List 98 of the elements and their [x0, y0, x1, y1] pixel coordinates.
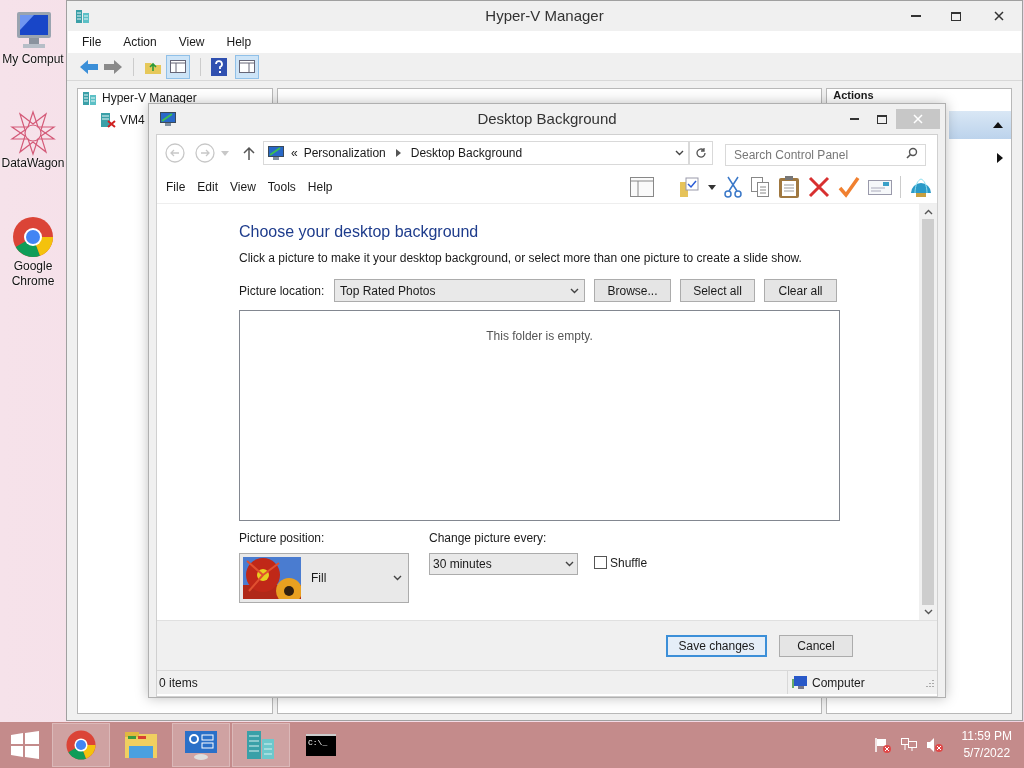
shuffle-checkbox[interactable]: [594, 556, 607, 569]
checkmark-icon[interactable]: [838, 176, 860, 198]
panel-heading: Actions: [832, 89, 875, 103]
minimize-icon: [849, 118, 859, 120]
chevron-down-icon: [565, 561, 574, 567]
resize-grip-icon[interactable]: [925, 678, 934, 687]
maximize-icon: [877, 114, 887, 124]
chevron-down-icon: [570, 287, 579, 294]
delete-icon[interactable]: [808, 176, 830, 198]
location-button[interactable]: Browse...: [594, 279, 671, 302]
layout-icon[interactable]: [630, 177, 654, 197]
taskbar-app[interactable]: [172, 723, 230, 767]
scroll-up-icon[interactable]: [923, 209, 933, 215]
chrome-icon: [65, 729, 97, 761]
field-label: Change picture every:: [429, 530, 548, 547]
taskbar-app[interactable]: C:\_: [292, 723, 350, 767]
collapse-icon[interactable]: [993, 122, 1003, 128]
control-panel-icon: [184, 729, 218, 761]
position-value: Fill: [311, 570, 328, 587]
separator-icon: [395, 149, 401, 157]
copy-icon[interactable]: [750, 176, 770, 198]
dialog-title: Desktop Background: [476, 108, 618, 129]
close-icon: [994, 11, 1004, 21]
search-field[interactable]: Search Control Panel: [725, 144, 926, 166]
windows-logo-icon: [11, 731, 39, 759]
window-title: Hyper-V Manager: [484, 5, 605, 26]
forward-arrow-icon[interactable]: [103, 58, 123, 75]
pane-icon: [239, 60, 255, 73]
dialog-button[interactable]: Save changes: [666, 634, 767, 657]
star-drawing[interactable]: [10, 110, 56, 156]
status-text: 0 items: [158, 674, 198, 692]
clipboard-icon[interactable]: [778, 175, 800, 199]
menu-item[interactable]: Edit: [192, 178, 224, 196]
server-icon: [245, 729, 277, 761]
tree-item[interactable]: VM4: [120, 111, 145, 129]
menu-item[interactable]: Tools: [262, 178, 301, 196]
checkbox-label: Shuffle: [610, 554, 648, 572]
scissors-icon[interactable]: [724, 176, 742, 198]
location-button[interactable]: Clear all: [764, 279, 837, 302]
maximize-icon: [951, 11, 961, 21]
chevron-down-icon: [675, 150, 684, 156]
dropdown-icon[interactable]: [708, 184, 716, 190]
interval-dropdown[interactable]: 30 minutes: [429, 553, 578, 575]
computer-icon: [792, 675, 808, 690]
breadcrumb-item[interactable]: Personalization: [303, 144, 386, 162]
dialog-button[interactable]: Cancel: [779, 634, 853, 657]
menu-item[interactable]: File: [161, 178, 191, 196]
up-arrow-icon[interactable]: [243, 146, 255, 160]
desktop-icon-label[interactable]: DataWagon: [1, 156, 65, 171]
chrome-icon[interactable]: [11, 215, 55, 259]
desktop-icon-label[interactable]: Google Chrome: [1, 259, 65, 289]
terminal-icon: C:\_: [306, 734, 336, 756]
menu-item[interactable]: File: [78, 33, 106, 51]
refresh-icon: [695, 147, 707, 159]
breadcrumb-overflow[interactable]: «: [291, 144, 298, 162]
position-dropdown[interactable]: Fill: [239, 553, 409, 603]
network-error-icon[interactable]: [899, 737, 918, 753]
folder-check-icon[interactable]: [678, 176, 700, 198]
address-bar[interactable]: « Personalization Desktop Background: [263, 141, 689, 165]
folder-icon: [124, 730, 158, 760]
field-label: Picture position:: [239, 530, 326, 547]
speaker-muted-icon[interactable]: [925, 737, 944, 753]
breadcrumb-item[interactable]: Desktop Background: [410, 144, 523, 162]
scroll-down-icon[interactable]: [923, 609, 933, 615]
monitor-icon: [159, 111, 177, 127]
minimize-icon: [911, 15, 921, 17]
help-icon[interactable]: [211, 57, 227, 76]
scrollbar[interactable]: [919, 204, 937, 620]
location-dropdown[interactable]: Top Rated Photos: [334, 279, 585, 302]
empty-message: This folder is empty.: [486, 328, 593, 342]
server-error-icon: [100, 112, 116, 128]
refresh-button[interactable]: [689, 141, 713, 165]
menu-item[interactable]: Action: [119, 33, 161, 51]
close-icon: [913, 114, 923, 124]
taskbar-app[interactable]: [52, 723, 110, 767]
envelope-icon[interactable]: [868, 178, 892, 196]
tree-item[interactable]: Hyper-V Manager: [102, 92, 197, 104]
search-icon[interactable]: [906, 147, 918, 159]
expand-icon[interactable]: [997, 153, 1003, 163]
back-arrow-icon[interactable]: [79, 58, 99, 75]
chevron-down-icon: [393, 575, 402, 581]
field-label: Picture location:: [239, 282, 326, 300]
show-hide-tree-button[interactable]: [166, 54, 190, 79]
server-icon: [82, 90, 98, 106]
desktop-icon-label[interactable]: My Comput: [1, 52, 65, 67]
menu-item[interactable]: View: [174, 33, 209, 51]
menu-item[interactable]: Help: [302, 178, 338, 196]
description: Click a picture to make it your desktop background, or select more than one picture to create a slide show.: [239, 250, 803, 267]
flag-error-icon[interactable]: [873, 737, 892, 753]
location-button[interactable]: Select all: [680, 279, 755, 302]
menu-item[interactable]: View: [225, 178, 261, 196]
server-icon: [75, 8, 91, 24]
show-hide-action-pane-button[interactable]: [235, 54, 259, 79]
page-heading: Choose your desktop background: [239, 222, 480, 242]
pane-icon: [170, 60, 186, 73]
menu-item[interactable]: Help: [222, 33, 256, 51]
status-zone: Computer: [812, 674, 865, 692]
monitor-icon: [267, 145, 285, 161]
